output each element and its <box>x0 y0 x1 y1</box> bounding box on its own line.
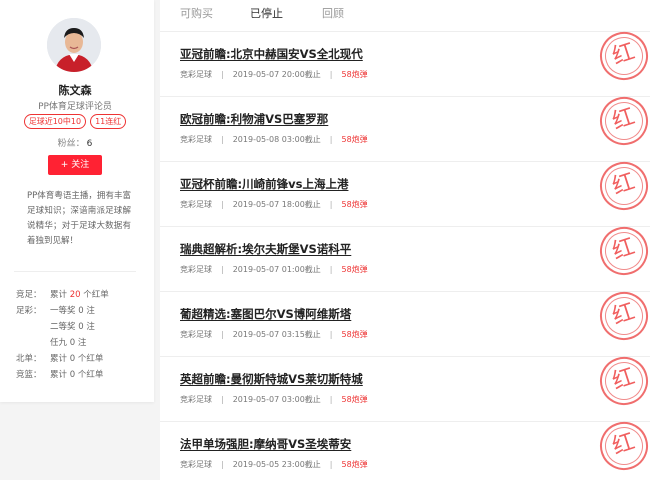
category-label: 竞彩足球 <box>180 200 212 209</box>
author-name: 陈文森 <box>58 84 92 97</box>
deadline-label: 2019-05-07 01:00截止 <box>232 265 321 274</box>
category-label: 竞彩足球 <box>180 330 212 339</box>
page: 陈文森 PP体育足球评论员 足球近10中10 11连红 粉丝： 6 + 关注 PP… <box>0 0 650 480</box>
stat-value: 一等奖 0 注 <box>50 306 95 316</box>
author-stats: 竞足： 累计 20 个红单 足彩： 一等奖 0 注 二等奖 0 注 任九 0 注 北… <box>16 287 146 383</box>
list-item[interactable]: 亚冠杯前瞻:川崎前锋vs上海上港 竞彩足球 | 2019-05-07 18:00截止… <box>160 155 650 227</box>
article-title-link[interactable]: 亚冠前瞻:北京中赫国安VS全北现代 <box>180 46 363 62</box>
article-meta: 竞彩足球 | 2019-05-07 01:00截止 | 58炮弹 <box>180 265 368 274</box>
author-sidebar: 陈文森 PP体育足球评论员 足球近10中10 11连红 粉丝： 6 + 关注 PP… <box>0 0 154 402</box>
red-result-stamp: 红 <box>593 155 650 217</box>
deadline-label: 2019-05-07 03:00截止 <box>232 395 321 404</box>
article-meta: 竞彩足球 | 2019-05-07 03:00截止 | 58炮弹 <box>180 395 368 404</box>
deadline-label: 2019-05-07 03:15截止 <box>232 330 321 339</box>
red-result-stamp: 红 <box>593 350 650 412</box>
article-title-link[interactable]: 法甲单场强胆:摩纳哥VS圣埃蒂安 <box>180 436 351 452</box>
avatar[interactable] <box>47 18 101 72</box>
article-title-link[interactable]: 亚冠杯前瞻:川崎前锋vs上海上港 <box>180 176 348 192</box>
avatar-image <box>47 18 101 72</box>
author-badges: 足球近10中10 11连红 <box>0 114 150 129</box>
red-result-stamp: 红 <box>593 25 650 87</box>
deadline-label: 2019-05-08 03:00截止 <box>232 135 321 144</box>
red-result-stamp: 红 <box>593 220 650 282</box>
category-label: 竞彩足球 <box>180 70 212 79</box>
stat-label: 北单： <box>16 354 42 364</box>
stat-row: 足彩： 一等奖 0 注 <box>16 303 146 319</box>
stat-label: 竞足： <box>16 290 42 300</box>
article-meta: 竞彩足球 | 2019-05-08 03:00截止 | 58炮弹 <box>180 135 368 144</box>
badge-win-streak: 11连红 <box>90 114 127 129</box>
article-meta: 竞彩足球 | 2019-05-07 20:00截止 | 58炮弹 <box>180 70 368 79</box>
stat-value: 累计 0 个红单 <box>50 370 104 380</box>
stat-row: 二等奖 0 注 <box>16 319 146 335</box>
price-label: 58炮弹 <box>341 200 368 209</box>
price-label: 58炮弹 <box>341 330 368 339</box>
price-label: 58炮弹 <box>341 265 368 274</box>
author-bio: PP体育粤语主播，拥有丰富足球知识；深谙南派足球解说精华；对于足球大数据有着独到… <box>27 191 131 246</box>
red-result-stamp: 红 <box>593 285 650 347</box>
deadline-label: 2019-05-07 20:00截止 <box>232 70 321 79</box>
article-meta: 竞彩足球 | 2019-05-07 18:00截止 | 58炮弹 <box>180 200 368 209</box>
author-role: PP体育足球评论员 <box>38 102 112 112</box>
divider <box>14 271 136 272</box>
price-label: 58炮弹 <box>341 395 368 404</box>
category-label: 竞彩足球 <box>180 135 212 144</box>
price-label: 58炮弹 <box>341 135 368 144</box>
deadline-label: 2019-05-05 23:00截止 <box>232 460 321 469</box>
tab-stopped[interactable]: 已停止 <box>250 5 283 21</box>
stat-value: 累计 20 个红单 <box>50 290 109 300</box>
category-label: 竞彩足球 <box>180 395 212 404</box>
price-label: 58炮弹 <box>341 70 368 79</box>
fans-value: 6 <box>86 139 93 149</box>
stat-value: 任九 0 注 <box>50 338 87 348</box>
status-tabs: 可购买 已停止 回顾 <box>160 0 650 32</box>
stat-row: 竞篮： 累计 0 个红单 <box>16 367 146 383</box>
article-title-link[interactable]: 欧冠前瞻:利物浦VS巴塞罗那 <box>180 111 328 127</box>
list-item[interactable]: 葡超精选:塞图巴尔VS博阿维斯塔 竞彩足球 | 2019-05-07 03:15截止… <box>160 285 650 357</box>
list-item[interactable]: 瑞典超解析:埃尔夫斯堡VS诺科平 竞彩足球 | 2019-05-07 01:00截止… <box>160 220 650 292</box>
price-label: 58炮弹 <box>341 460 368 469</box>
article-title-link[interactable]: 葡超精选:塞图巴尔VS博阿维斯塔 <box>180 306 351 322</box>
stat-value: 二等奖 0 注 <box>50 322 95 332</box>
article-title-link[interactable]: 英超前瞻:曼彻斯特城VS莱切斯特城 <box>180 371 363 387</box>
article-meta: 竞彩足球 | 2019-05-07 03:15截止 | 58炮弹 <box>180 330 368 339</box>
category-label: 竞彩足球 <box>180 460 212 469</box>
red-result-stamp: 红 <box>593 90 650 152</box>
list-item[interactable]: 亚冠前瞻:北京中赫国安VS全北现代 竞彩足球 | 2019-05-07 20:00截… <box>160 25 650 97</box>
stat-row: 北单： 累计 0 个红单 <box>16 351 146 367</box>
article-meta: 竞彩足球 | 2019-05-05 23:00截止 | 58炮弹 <box>180 460 368 469</box>
stat-row: 任九 0 注 <box>16 335 146 351</box>
category-label: 竞彩足球 <box>180 265 212 274</box>
tab-available[interactable]: 可购买 <box>180 5 213 21</box>
badge-streak-record: 足球近10中10 <box>23 114 87 129</box>
list-item[interactable]: 欧冠前瞻:利物浦VS巴塞罗那 竞彩足球 | 2019-05-08 03:00截止 | 5… <box>160 90 650 162</box>
stat-value: 累计 0 个红单 <box>50 354 104 364</box>
follow-button[interactable]: + 关注 <box>48 155 102 175</box>
deadline-label: 2019-05-07 18:00截止 <box>232 200 321 209</box>
fans-count: 粉丝： 6 <box>0 136 150 149</box>
article-list-panel: 可购买 已停止 回顾 亚冠前瞻:北京中赫国安VS全北现代 竞彩足球 | 2019-0… <box>160 0 650 480</box>
stat-label: 足彩： <box>16 306 42 316</box>
article-title-link[interactable]: 瑞典超解析:埃尔夫斯堡VS诺科平 <box>180 241 351 257</box>
tab-review[interactable]: 回顾 <box>322 5 344 21</box>
list-item[interactable]: 英超前瞻:曼彻斯特城VS莱切斯特城 竞彩足球 | 2019-05-07 03:00截… <box>160 350 650 422</box>
stat-row: 竞足： 累计 20 个红单 <box>16 287 146 303</box>
list-item[interactable]: 法甲单场强胆:摩纳哥VS圣埃蒂安 竞彩足球 | 2019-05-05 23:00截止… <box>160 415 650 480</box>
red-result-stamp: 红 <box>593 415 650 477</box>
fans-label: 粉丝： <box>57 139 85 149</box>
stat-label: 竞篮： <box>16 370 42 380</box>
